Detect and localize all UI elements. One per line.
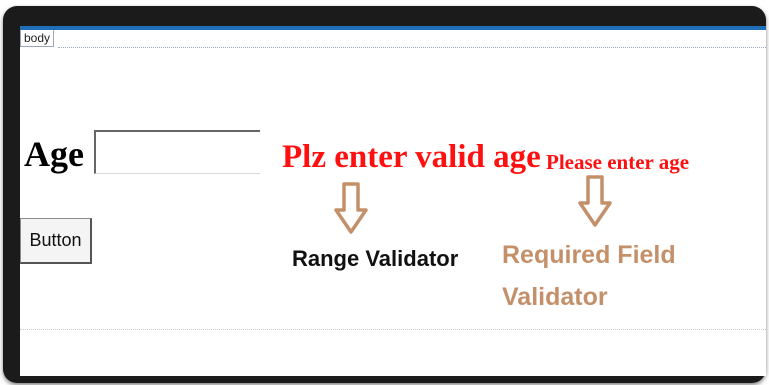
body-boundary-bottom — [20, 329, 766, 330]
body-boundary-top — [58, 47, 766, 48]
range-validator-message: Plz enter valid age — [282, 139, 541, 175]
age-label: Age — [24, 134, 84, 174]
body-tag-label[interactable]: body — [20, 30, 55, 47]
range-validator-caption: Range Validator — [292, 246, 459, 271]
down-arrow-icon — [334, 182, 368, 234]
required-validator-message: Please enter age — [546, 150, 690, 174]
submit-button[interactable]: Button — [20, 218, 92, 264]
required-caption-line-1: Required Field — [502, 241, 676, 269]
design-surface: body Age Button Plz enter valid age Plea… — [20, 26, 766, 376]
age-input[interactable] — [94, 130, 260, 174]
down-arrow-icon — [578, 175, 612, 227]
required-caption-line-2: Validator — [502, 283, 608, 311]
required-field-validator-caption: Required Field Validator — [502, 234, 702, 318]
